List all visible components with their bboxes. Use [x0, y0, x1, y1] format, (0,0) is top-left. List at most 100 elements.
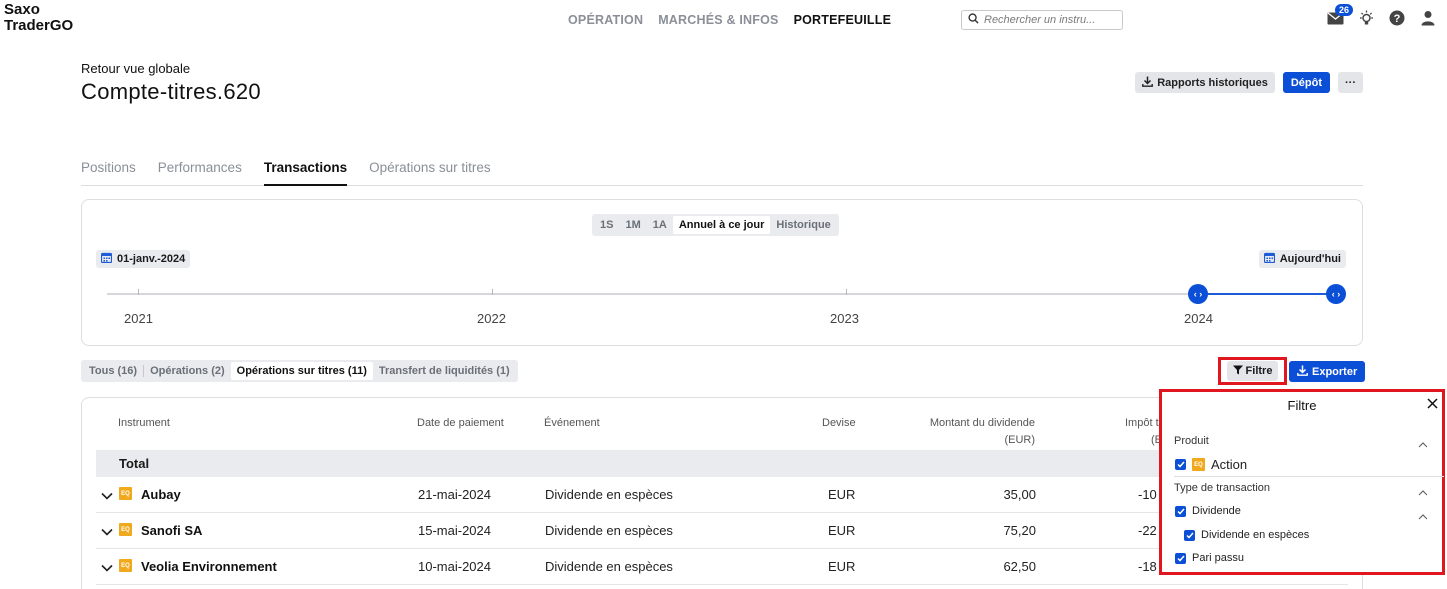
- row-amount: 35,00: [1003, 487, 1036, 502]
- help-icon[interactable]: ?: [1388, 9, 1406, 27]
- row-date: 15-mai-2024: [418, 523, 491, 538]
- timeline-end-handle[interactable]: ‹ ›: [1326, 284, 1346, 304]
- timeline-tick: [846, 289, 847, 295]
- product-section-title: Produit: [1174, 435, 1209, 447]
- row-tax: -10: [1138, 487, 1157, 502]
- tab-operations-sur-titres[interactable]: Opérations sur titres: [369, 160, 491, 186]
- start-date-label: 01-janv.-2024: [117, 253, 186, 265]
- download-icon: [1142, 76, 1154, 90]
- search-input[interactable]: [984, 14, 1114, 26]
- export-button[interactable]: Exporter: [1289, 361, 1366, 382]
- mail-icon[interactable]: 26: [1326, 4, 1354, 27]
- col-dividend-amount-line1: Montant du dividende: [929, 417, 1035, 429]
- total-label: Total: [119, 456, 150, 471]
- close-icon[interactable]: [1427, 398, 1438, 412]
- row-instrument: Veolia Environnement: [141, 559, 277, 574]
- top-nav: OPÉRATION MARCHÉS & INFOS PORTEFEUILLE: [568, 13, 891, 27]
- funnel-icon: [1232, 365, 1243, 378]
- chevron-down-icon[interactable]: [101, 525, 113, 539]
- timeline-selected-range: [1198, 293, 1336, 295]
- tab-transactions[interactable]: Transactions: [263, 160, 348, 186]
- period-historique[interactable]: Historique: [770, 216, 836, 234]
- filter-product-action[interactable]: EQ Action: [1175, 457, 1247, 472]
- chevron-up-icon[interactable]: [1418, 437, 1428, 451]
- year-label-2024: 2024: [1184, 311, 1213, 326]
- col-tax-line1: Impôt t: [1125, 417, 1159, 429]
- subtab-tous[interactable]: Tous (16): [83, 362, 143, 380]
- chevron-up-icon[interactable]: [1418, 485, 1428, 499]
- col-instrument[interactable]: Instrument: [118, 415, 170, 432]
- year-label-2023: 2023: [830, 311, 859, 326]
- subtab-transfert-liquidites[interactable]: Transfert de liquidités (1): [373, 362, 516, 380]
- filter-type-dividende-especes[interactable]: Dividende en espèces: [1184, 529, 1309, 541]
- user-icon[interactable]: [1419, 9, 1437, 27]
- period-selector: 1S 1M 1A Annuel à ce jour Historique: [592, 214, 839, 236]
- page-title: Compte-titres.620: [81, 79, 261, 104]
- filter-type-dividende[interactable]: Dividende: [1175, 505, 1241, 517]
- transaction-type-section-title: Type de transaction: [1174, 482, 1271, 494]
- row-date: 21-mai-2024: [418, 487, 491, 502]
- timeline-start-handle[interactable]: ‹ ›: [1188, 284, 1208, 304]
- bulb-icon[interactable]: [1357, 9, 1375, 27]
- back-link[interactable]: Retour vue globale: [81, 61, 190, 76]
- col-tax[interactable]: Impôt t (E: [1125, 415, 1162, 449]
- row-currency: EUR: [828, 487, 856, 502]
- col-currency[interactable]: Devise: [822, 415, 856, 432]
- subtab-operations[interactable]: Opérations (2): [144, 362, 231, 380]
- col-dividend-amount[interactable]: Montant du dividende (EUR): [882, 415, 1035, 449]
- download-icon: [1297, 365, 1308, 379]
- arrows-icon: ‹ ›: [1193, 289, 1203, 299]
- filter-product-label: Action: [1211, 457, 1248, 472]
- period-ytd[interactable]: Annuel à ce jour: [672, 216, 771, 234]
- logo-line1: Saxo: [4, 1, 40, 18]
- deposit-button[interactable]: Dépôt: [1282, 72, 1330, 93]
- tab-positions[interactable]: Positions: [81, 160, 136, 186]
- period-1s[interactable]: 1S: [594, 216, 619, 234]
- search-icon: [968, 13, 979, 27]
- timeline-tick: [492, 289, 493, 295]
- row-amount: 62,50: [1003, 559, 1036, 574]
- chevron-down-icon[interactable]: [101, 561, 113, 575]
- filter-button[interactable]: Filtre: [1226, 361, 1279, 381]
- logo[interactable]: Saxo TraderGO: [4, 2, 73, 34]
- row-currency: EUR: [828, 559, 856, 574]
- calendar-icon: [1263, 252, 1275, 266]
- filter-type-pari-passu[interactable]: Pari passu: [1175, 552, 1244, 564]
- historical-reports-button[interactable]: Rapports historiques: [1135, 72, 1275, 93]
- timeline-tick: [138, 289, 139, 295]
- period-1a[interactable]: 1A: [647, 216, 673, 234]
- checkbox-checked-icon: [1175, 459, 1186, 470]
- historical-reports-label: Rapports historiques: [1157, 76, 1268, 89]
- row-instrument: Aubay: [141, 487, 181, 502]
- year-label-2022: 2022: [477, 311, 506, 326]
- equity-tag: EQ: [119, 559, 132, 572]
- calendar-icon: [100, 252, 113, 266]
- nav-portefeuille[interactable]: PORTEFEUILLE: [794, 13, 892, 27]
- row-event: Dividende en espèces: [545, 487, 673, 502]
- chevron-down-icon[interactable]: [101, 489, 113, 503]
- row-instrument: Sanofi SA: [141, 523, 203, 538]
- chevron-up-icon[interactable]: [1418, 509, 1428, 523]
- tab-performances[interactable]: Performances: [158, 160, 242, 186]
- timeline-track[interactable]: [107, 293, 1337, 295]
- row-event: Dividende en espèces: [545, 559, 673, 574]
- subtab-operations-sur-titres[interactable]: Opérations sur titres (11): [230, 362, 373, 380]
- more-options-button[interactable]: ···: [1338, 72, 1363, 93]
- row-tax: -18: [1138, 559, 1157, 574]
- start-date-chip[interactable]: 01-janv.-2024: [96, 250, 191, 268]
- timeline-card: 1S 1M 1A Annuel à ce jour Historique 01-…: [81, 199, 1363, 346]
- col-event[interactable]: Événement: [544, 415, 600, 432]
- checkbox-checked-icon: [1175, 505, 1186, 517]
- end-date-chip[interactable]: Aujourd'hui: [1258, 250, 1346, 268]
- row-tax: -22: [1138, 523, 1157, 538]
- filter-type-pari-passu-label: Pari passu: [1192, 552, 1244, 564]
- nav-operation[interactable]: OPÉRATION: [568, 13, 643, 27]
- top-icons: 26 ?: [1326, 4, 1437, 27]
- logo-line2: TraderGO: [4, 17, 74, 34]
- nav-marches-infos[interactable]: MARCHÉS & INFOS: [658, 13, 778, 27]
- col-payment-date[interactable]: Date de paiement: [417, 415, 504, 432]
- notification-badge: 26: [1335, 4, 1354, 16]
- filter-type-dividende-especes-label: Dividende en espèces: [1201, 529, 1310, 541]
- equity-tag: EQ: [119, 487, 132, 500]
- period-1m[interactable]: 1M: [619, 216, 646, 234]
